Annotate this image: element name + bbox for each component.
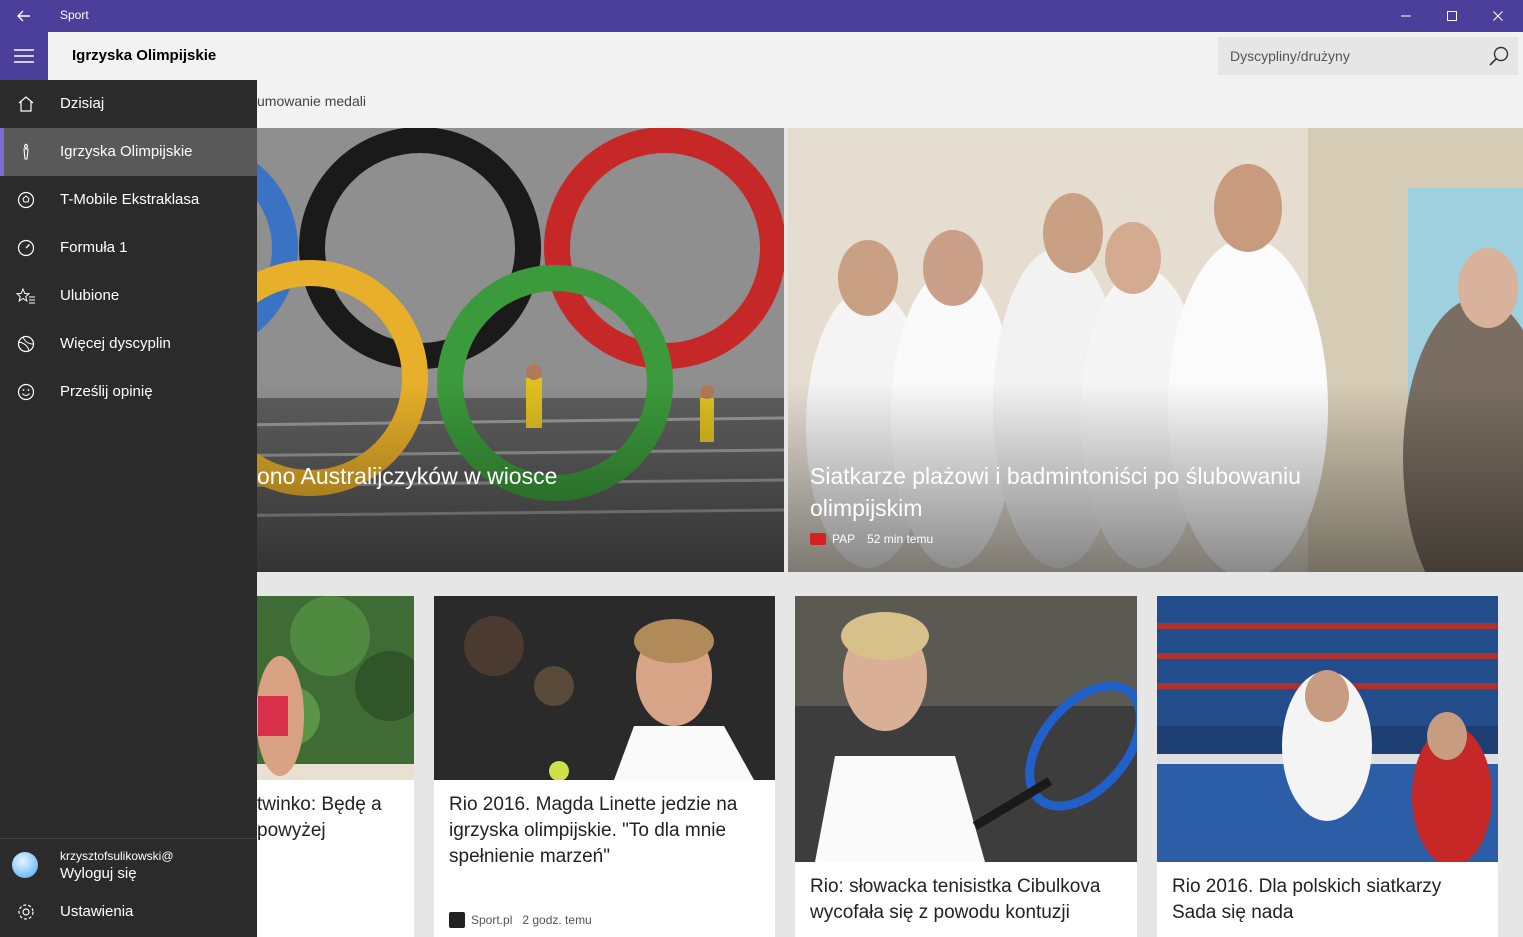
source-name: PAP [832,532,856,546]
sidebar-item-label: Więcej dyscyplin [60,335,171,352]
sidebar-item-favorites[interactable]: Ulubione [0,272,257,320]
soccer-ball-icon [17,191,35,209]
star-list-icon [16,287,35,304]
account-username: krzysztofsulikowski@ [60,849,174,863]
search-input[interactable] [1218,37,1478,75]
minimize-button[interactable] [1383,0,1429,32]
tab-medal-table[interactable]: umowanie medali [257,93,366,109]
sidebar-item-label: Igrzyska Olimpijskie [60,143,193,160]
sidebar-item-label: Formuła 1 [60,239,128,256]
smiley-icon [17,383,35,401]
torch-icon [23,143,29,160]
back-button[interactable] [0,0,48,32]
navigation-pane: Dzisiaj Igrzyska Olimpijskie T-Mobile Ek… [0,80,257,937]
timestamp: 2 godz. temu [522,913,592,927]
app-header: Igrzyska Olimpijskie [0,32,1523,80]
minimize-icon [1401,15,1411,17]
hero-headline: Siatkarze plażowi i badmintoniści po ślu… [810,463,1301,521]
article-card[interactable]: Rio 2016. Dla polskich siatkarzy Sada si… [1157,596,1498,937]
sidebar-item-label: Dzisiaj [60,95,105,112]
maximize-icon [1447,11,1457,21]
tennis-racket-image [795,596,1137,862]
sidebar-item-olympics[interactable]: Igrzyska Olimpijskie [0,128,257,176]
account-item[interactable]: krzysztofsulikowski@ Wyloguj się [0,840,257,890]
home-icon [18,96,34,112]
app-title: Sport [60,8,89,22]
sidebar-item-more-sports[interactable]: Więcej dyscyplin [0,320,257,368]
close-button[interactable] [1475,0,1521,32]
page-title: Igrzyska Olimpijskie [72,47,217,64]
pap-logo-icon [810,533,826,545]
sport-pl-logo-icon [449,912,465,928]
hamburger-icon [14,49,34,63]
close-icon [1493,11,1503,21]
card-title: Rio 2016. Magda Linette jedzie na igrzys… [449,794,738,867]
arrow-left-icon [17,10,30,22]
source-name: Sport.pl [471,913,513,927]
avatar [12,852,38,878]
sidebar-item-label: Ustawienia [60,903,134,920]
sidebar-item-formula1[interactable]: Formuła 1 [0,224,257,272]
volleyball-players-image [1157,596,1498,862]
timestamp: 52 min temu [867,532,934,546]
card-title: Rio: słowacka tenisistka Cibulkova wycof… [810,876,1101,923]
logout-link[interactable]: Wyloguj się [60,865,137,882]
card-title: twinko: Będę a powyżej [257,794,382,841]
sidebar-item-today[interactable]: Dzisiaj [0,80,257,128]
sidebar-item-settings[interactable]: Ustawienia [0,888,257,936]
article-meta: PAP 52 min temu [810,532,933,546]
tennis-player-image [434,596,775,780]
sidebar-item-feedback[interactable]: Prześlij opinię [0,368,257,416]
hero-article[interactable]: Siatkarze plażowi i badmintoniści po ślu… [788,128,1523,572]
sidebar-item-label: Prześlij opinię [60,383,153,400]
menu-button[interactable] [0,32,48,80]
article-meta: Sport.pl 2 godz. temu [449,912,592,928]
sidebar-item-label: T-Mobile Ekstraklasa [60,191,200,208]
sidebar-item-ekstraklasa[interactable]: T-Mobile Ekstraklasa [0,176,257,224]
divider [0,838,257,839]
hero-headline: ono Australijczyków w wiosce [257,463,558,489]
gear-icon [18,904,34,920]
title-bar: Sport [0,0,1523,32]
sport-app: Sport Igrzyska Olimpijskie umowanie meda… [0,0,1523,937]
article-card[interactable]: Rio 2016. Magda Linette jedzie na igrzys… [434,596,775,937]
maximize-button[interactable] [1429,0,1475,32]
search-box [1218,37,1518,75]
article-card[interactable]: Rio: słowacka tenisistka Cibulkova wycof… [795,596,1137,937]
sidebar-item-label: Ulubione [60,287,120,304]
ball-icon [17,335,35,353]
search-icon[interactable] [1488,45,1510,67]
card-title: Rio 2016. Dla polskich siatkarzy Sada si… [1172,876,1442,923]
speedometer-icon [17,239,35,257]
